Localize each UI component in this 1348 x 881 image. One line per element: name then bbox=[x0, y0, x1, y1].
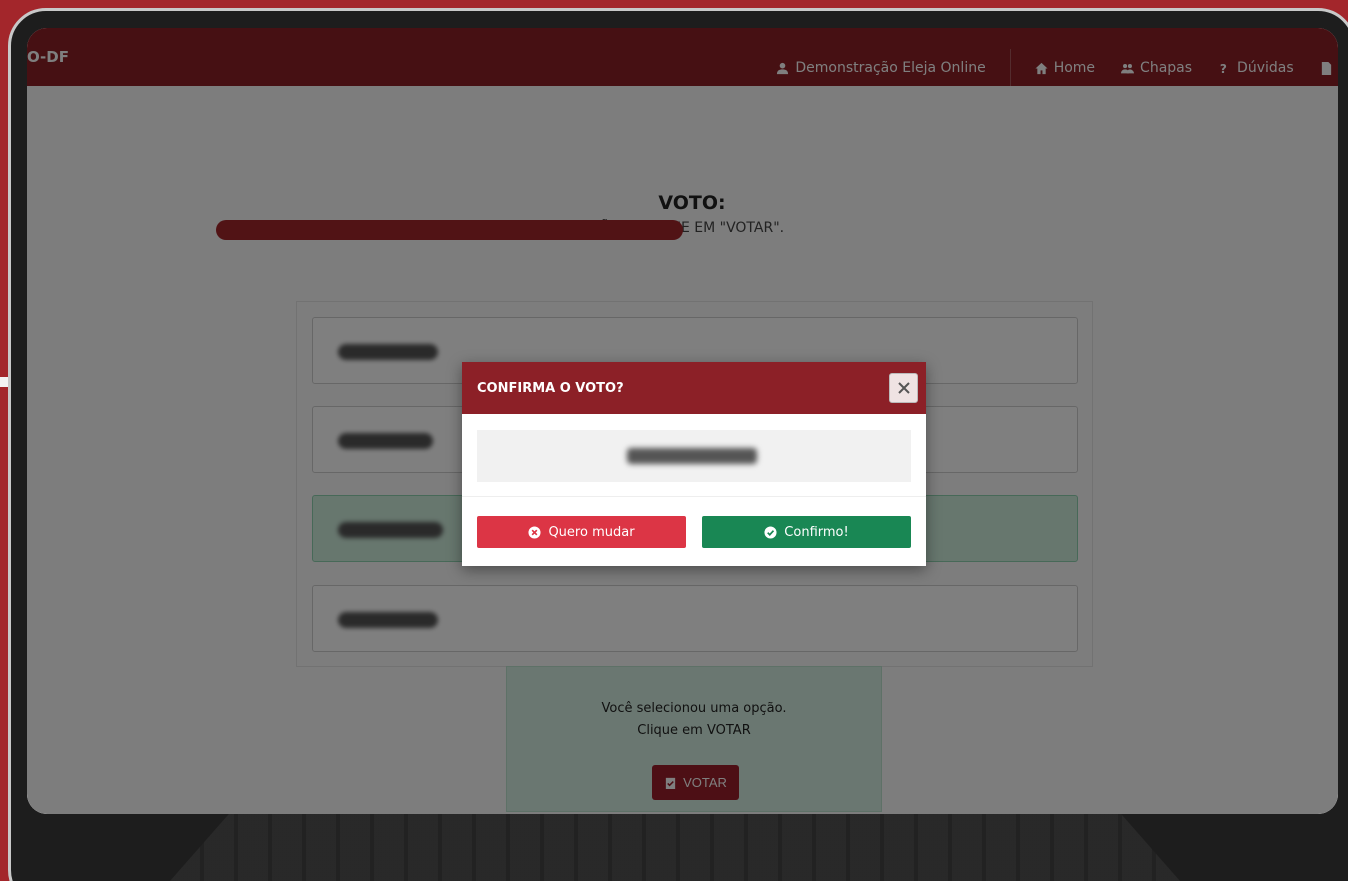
modal-divider bbox=[462, 496, 926, 497]
close-icon bbox=[897, 382, 910, 394]
selected-choice-box bbox=[477, 430, 911, 482]
x-circle-icon bbox=[528, 525, 541, 539]
browser-screen: O-DF Demonstração Eleja Online Home bbox=[27, 28, 1338, 814]
blurred-choice-name bbox=[627, 448, 757, 464]
change-vote-button[interactable]: Quero mudar bbox=[477, 516, 686, 548]
confirm-vote-button[interactable]: Confirmo! bbox=[702, 516, 911, 548]
modal-title: CONFIRMA O VOTO? bbox=[477, 381, 624, 396]
change-vote-label: Quero mudar bbox=[548, 524, 635, 540]
modal-header: CONFIRMA O VOTO? bbox=[462, 362, 926, 414]
confirm-vote-modal: CONFIRMA O VOTO? Quero mudar Confirmo! bbox=[462, 362, 926, 566]
confirm-vote-label: Confirmo! bbox=[784, 524, 849, 540]
laptop-keyboard bbox=[170, 812, 1180, 881]
check-circle-icon bbox=[764, 525, 777, 539]
modal-close-button[interactable] bbox=[889, 373, 918, 403]
